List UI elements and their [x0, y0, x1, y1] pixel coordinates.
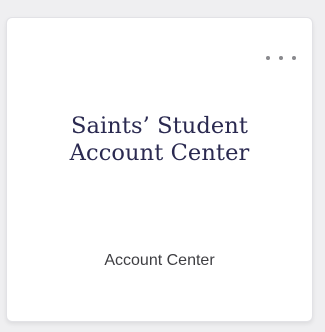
more-options-button[interactable] [266, 52, 296, 64]
app-tile-card[interactable]: Saints’ Student Account Center Account C… [6, 17, 313, 322]
tile-title-line-1: Saints’ Student [70, 113, 249, 139]
tile-subtitle: Account Center [104, 252, 215, 269]
tile-title-line-2: Account Center [69, 140, 250, 166]
more-horizontal-icon-dot [292, 56, 296, 60]
more-horizontal-icon-dot [279, 56, 283, 60]
more-horizontal-icon [266, 56, 270, 60]
tile-title: Saints’ Student Account Center [7, 113, 312, 167]
